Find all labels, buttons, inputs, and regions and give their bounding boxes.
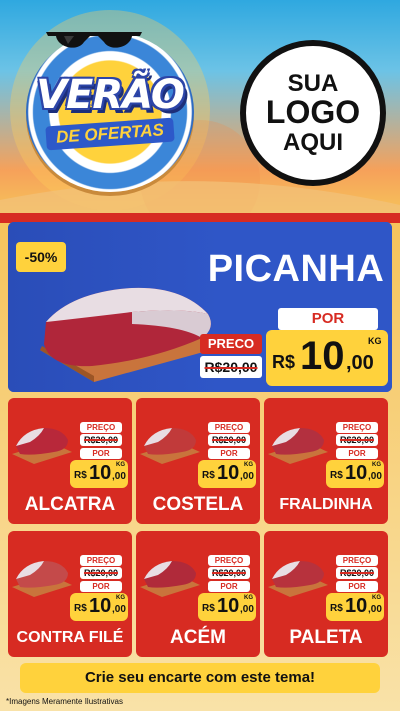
sunglasses-icon <box>46 32 142 48</box>
feature-product-name: PICANHA <box>207 248 385 290</box>
price-dec: ,00 <box>112 604 126 615</box>
old-price: R$20,00 <box>80 434 122 446</box>
unit: KG <box>244 462 253 468</box>
product-card[interactable]: PREÇO R$20,00 POR R$ 10 ,00 KG CONTRA FI… <box>8 531 132 657</box>
price-dec: ,00 <box>240 471 254 482</box>
por-label: POR <box>336 448 378 459</box>
product-name: FRALDINHA <box>279 496 373 513</box>
logo-line-2: LOGO <box>265 94 361 131</box>
logo-line-3: AQUI <box>283 128 343 156</box>
picanha-image <box>40 287 218 382</box>
price-int: 10 <box>89 462 112 484</box>
feature-currency: R$ <box>272 352 296 372</box>
product-image <box>140 561 200 597</box>
unit: KG <box>116 595 125 601</box>
new-price: R$ 10 ,00 KG <box>198 593 256 621</box>
unit: KG <box>244 595 253 601</box>
product-card[interactable]: PREÇO R$20,00 POR R$ 10 ,00 KG FRALDINHA <box>264 398 388 524</box>
new-price: R$ 10 ,00 KG <box>70 593 128 621</box>
por-label: POR <box>80 581 122 592</box>
product-card[interactable]: PREÇO R$20,00 POR R$ 10 ,00 KG COSTELA <box>136 398 260 524</box>
product-image <box>140 428 200 464</box>
discount-badge: -50% <box>16 242 66 272</box>
currency: R$ <box>74 470 87 481</box>
product-image <box>268 561 328 597</box>
feature-por-text: POR <box>311 310 345 327</box>
currency: R$ <box>74 603 87 614</box>
currency: R$ <box>202 470 215 481</box>
logo-placeholder: SUA LOGO AQUI <box>240 40 386 186</box>
price-int: 10 <box>345 462 368 484</box>
feature-new-price: R$ 10 ,00 KG <box>266 330 388 386</box>
price-int: 10 <box>217 595 240 617</box>
preco-label: PREÇO <box>80 422 122 433</box>
verao-title: VERÃO <box>36 72 185 118</box>
preco-label: PREÇO <box>80 555 122 566</box>
feature-por-label: POR <box>278 308 378 330</box>
unit: KG <box>372 462 381 468</box>
currency: R$ <box>202 603 215 614</box>
feature-card[interactable]: -50% PICANHA PRECO R$20,00 POR R$ 10 ,00… <box>8 222 392 392</box>
por-label: POR <box>208 448 250 459</box>
new-price: R$ 10 ,00 KG <box>198 460 256 488</box>
old-price: R$20,00 <box>208 567 250 579</box>
price-dec: ,00 <box>112 471 126 482</box>
new-price: R$ 10 ,00 KG <box>326 460 384 488</box>
logo-line-1: SUA <box>287 70 339 98</box>
por-label: POR <box>336 581 378 592</box>
flyer-page: VERÃO DE OFERTAS SUA LOGO AQUI -50% PICA… <box>0 0 400 711</box>
preco-label: PREÇO <box>336 555 378 566</box>
price-dec: ,00 <box>368 604 382 615</box>
header: VERÃO DE OFERTAS SUA LOGO AQUI <box>0 0 400 215</box>
product-image <box>268 428 328 464</box>
old-price: R$20,00 <box>336 434 378 446</box>
feature-preco-label: PRECO <box>200 334 262 354</box>
old-price: R$20,00 <box>336 567 378 579</box>
price-dec: ,00 <box>368 471 382 482</box>
preco-label: PREÇO <box>336 422 378 433</box>
product-name: ALCATRA <box>24 494 116 515</box>
product-card[interactable]: PREÇO R$20,00 POR R$ 10 ,00 KG ACÉM <box>136 531 260 657</box>
unit: KG <box>116 462 125 468</box>
old-price: R$20,00 <box>80 567 122 579</box>
feature-price-int: 10 <box>300 334 345 378</box>
new-price: R$ 10 ,00 KG <box>70 460 128 488</box>
product-name: PALETA <box>289 627 363 648</box>
preco-label: PREÇO <box>208 555 250 566</box>
new-price: R$ 10 ,00 KG <box>326 593 384 621</box>
cta-banner[interactable]: Crie seu encarte com este tema! <box>20 663 380 693</box>
por-label: POR <box>80 448 122 459</box>
product-image <box>12 561 72 597</box>
preco-label: PREÇO <box>208 422 250 433</box>
product-name: ACÉM <box>170 627 226 648</box>
old-price: R$20,00 <box>208 434 250 446</box>
unit: KG <box>372 595 381 601</box>
currency: R$ <box>330 603 343 614</box>
feature-old-price: R$20,00 <box>200 356 262 378</box>
price-dec: ,00 <box>240 604 254 615</box>
product-card[interactable]: PREÇO R$20,00 POR R$ 10 ,00 KG PALETA <box>264 531 388 657</box>
price-int: 10 <box>217 462 240 484</box>
por-label: POR <box>208 581 250 592</box>
feature-unit: KG <box>368 336 382 346</box>
product-name: COSTELA <box>152 494 244 515</box>
product-image <box>12 428 72 464</box>
disclaimer-text: *Imagens Meramente Ilustrativas <box>6 697 123 706</box>
price-int: 10 <box>89 595 112 617</box>
currency: R$ <box>330 470 343 481</box>
product-name: CONTRA FILÉ <box>16 629 124 646</box>
feature-price-dec: ,00 <box>346 352 374 374</box>
price-int: 10 <box>345 595 368 617</box>
product-card[interactable]: PREÇO R$20,00 POR R$ 10 ,00 KG ALCATRA <box>8 398 132 524</box>
